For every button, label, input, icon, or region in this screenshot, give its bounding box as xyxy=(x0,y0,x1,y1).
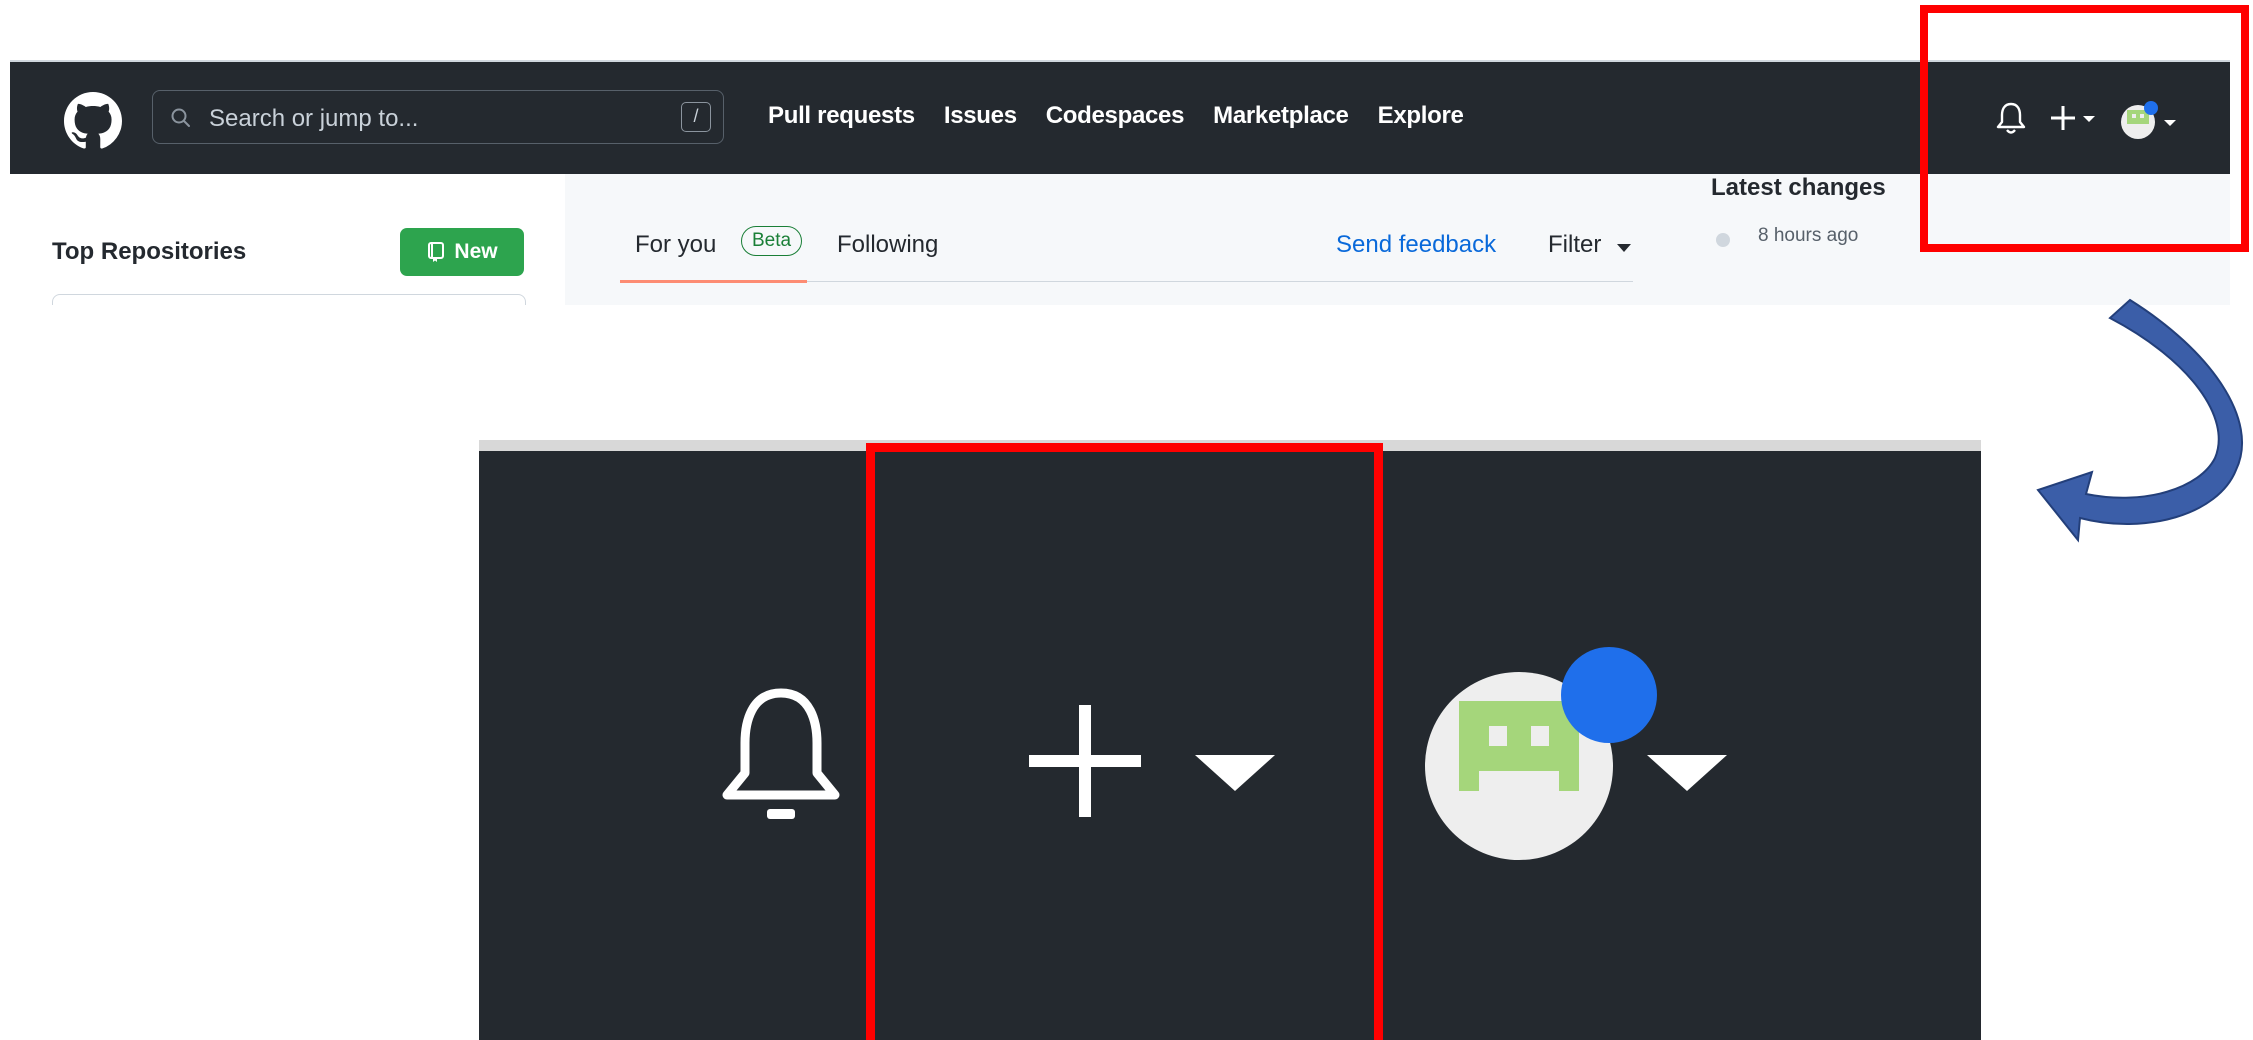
new-button-label: New xyxy=(454,240,498,263)
new-repository-button[interactable]: New xyxy=(400,228,524,276)
bell-icon[interactable] xyxy=(711,681,851,831)
send-feedback-link[interactable]: Send feedback xyxy=(1336,231,1496,259)
timeline-dot xyxy=(1716,233,1730,247)
repo-icon xyxy=(428,242,445,262)
highlight-box-header-icons xyxy=(1920,5,2249,252)
nav-codespaces[interactable]: Codespaces xyxy=(1046,102,1185,130)
nav-marketplace[interactable]: Marketplace xyxy=(1213,102,1349,130)
latest-changes-heading: Latest changes xyxy=(1711,174,1886,201)
search-placeholder: Search or jump to... xyxy=(209,105,419,132)
feed-panel: For you Beta Following Send feedback Fil… xyxy=(565,174,1675,305)
search-icon xyxy=(171,108,190,127)
global-nav: Pull requests Issues Codespaces Marketpl… xyxy=(768,102,1464,130)
search-shortcut-key: / xyxy=(681,102,711,132)
sidebar: Top Repositories New xyxy=(10,174,565,305)
tab-for-you[interactable]: For you xyxy=(635,231,716,259)
chevron-down-icon xyxy=(1617,244,1631,252)
highlight-box-plus-button xyxy=(866,443,1383,1040)
header-bar: Search or jump to... / Pull requests Iss… xyxy=(10,62,2230,174)
nav-pull-requests[interactable]: Pull requests xyxy=(768,102,915,130)
curved-arrow-icon xyxy=(2036,298,2243,543)
github-octocat-icon[interactable] xyxy=(64,92,122,150)
changelog-time: 8 hours ago xyxy=(1758,225,1859,246)
active-tab-underline xyxy=(620,280,807,283)
nav-explore[interactable]: Explore xyxy=(1378,102,1464,130)
top-repositories-heading: Top Repositories xyxy=(52,238,247,265)
filter-button[interactable]: Filter xyxy=(1548,231,1601,259)
tab-following[interactable]: Following xyxy=(837,231,938,259)
repository-filter-box[interactable] xyxy=(52,294,526,305)
nav-issues[interactable]: Issues xyxy=(944,102,1017,130)
avatar[interactable] xyxy=(1419,631,1659,871)
chevron-down-icon[interactable] xyxy=(1647,751,1727,791)
search-input[interactable]: Search or jump to... / xyxy=(152,90,724,144)
beta-badge: Beta xyxy=(741,226,803,256)
github-screenshot: Search or jump to... / Pull requests Iss… xyxy=(10,60,2230,305)
